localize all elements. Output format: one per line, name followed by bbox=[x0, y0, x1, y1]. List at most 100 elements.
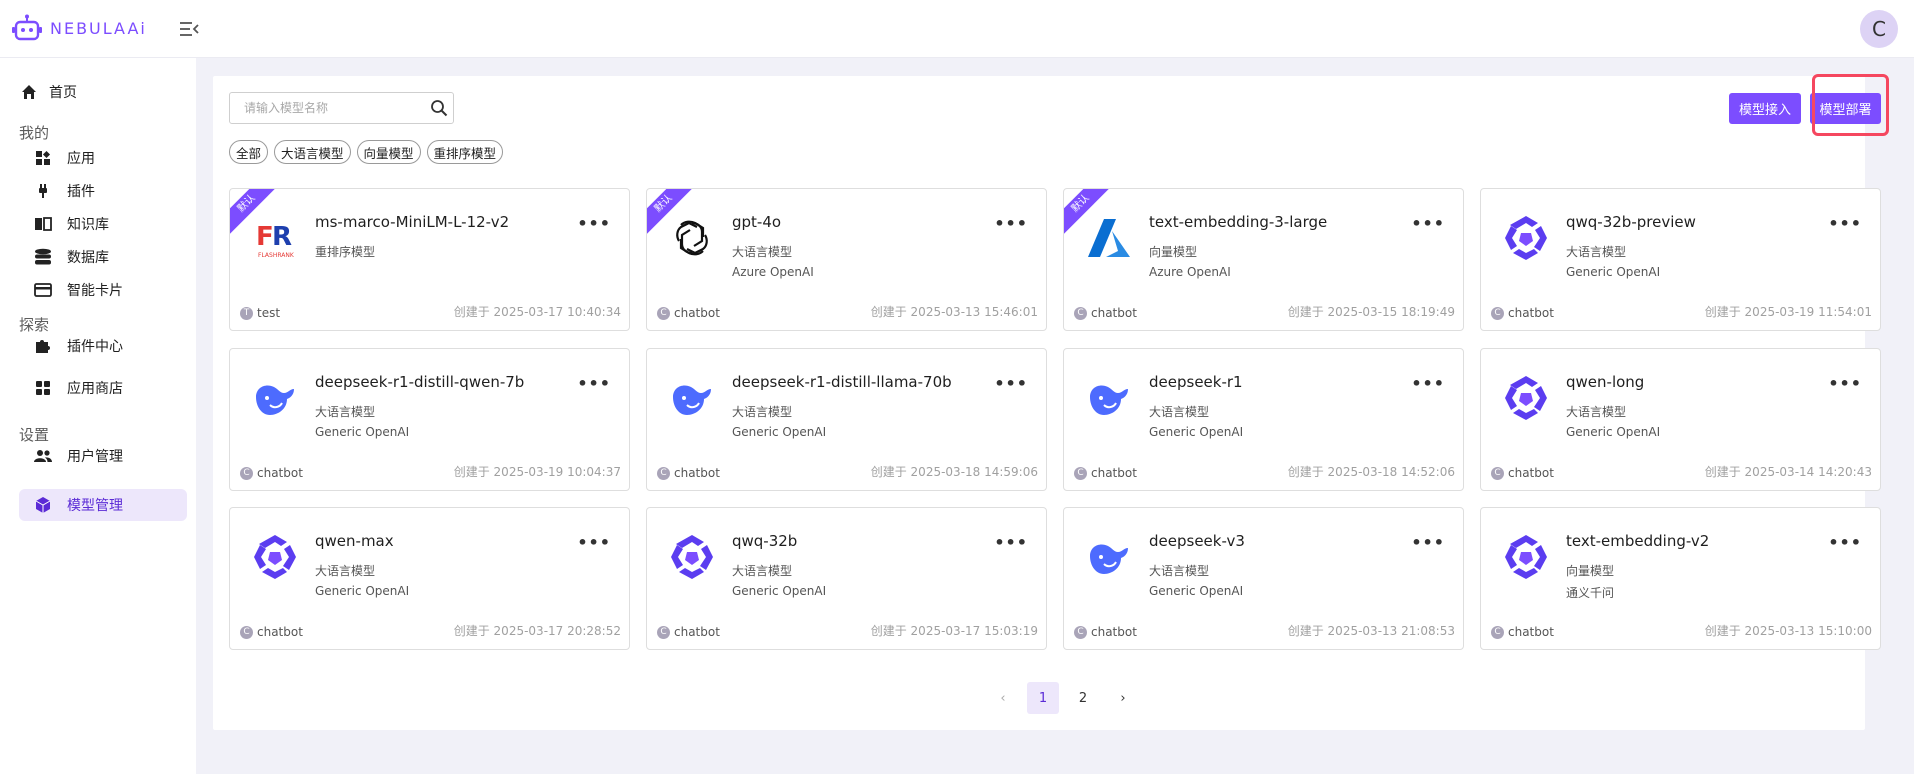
more-options-icon[interactable]: ••• bbox=[1828, 374, 1862, 393]
more-options-icon[interactable]: ••• bbox=[1411, 214, 1445, 233]
filter-chip-rerank[interactable]: 重排序模型 bbox=[426, 140, 504, 164]
created-time: 创建于 2025-03-13 21:08:53 bbox=[1287, 624, 1455, 638]
sidebar-item-plugins[interactable]: 插件 bbox=[19, 175, 187, 207]
owner-avatar: T bbox=[240, 306, 253, 320]
model-provider: Generic OpenAI bbox=[732, 584, 827, 598]
prev-page-icon[interactable]: ‹ bbox=[987, 682, 1019, 714]
sidebar-item-label: 智能卡片 bbox=[67, 283, 123, 299]
more-options-icon[interactable]: ••• bbox=[577, 533, 611, 552]
card-owner: Cchatbot bbox=[1074, 306, 1137, 320]
sidebar-item-plugin-center[interactable]: 插件中心 bbox=[19, 330, 187, 362]
model-type: 大语言模型 bbox=[1149, 405, 1210, 419]
owner-avatar: C bbox=[1491, 625, 1504, 639]
model-card[interactable]: qwq-32b-preview 大语言模型 Generic OpenAI ••• Cch… bbox=[1480, 188, 1881, 331]
filter-chip-embedding[interactable]: 向量模型 bbox=[356, 140, 421, 164]
collapse-sidebar-icon[interactable] bbox=[178, 18, 200, 40]
model-card[interactable]: 默认 gpt-4o 大语言模型 Azure OpenAI ••• Cchatbot 创建于 … bbox=[646, 188, 1047, 331]
created-time: 创建于 2025-03-14 14:20:43 bbox=[1704, 465, 1872, 479]
owner-avatar: C bbox=[240, 625, 253, 639]
more-options-icon[interactable]: ••• bbox=[1828, 214, 1862, 233]
sidebar-item-model-mgmt[interactable]: 模型管理 bbox=[19, 489, 187, 521]
model-type: 重排序模型 bbox=[315, 245, 376, 259]
model-card[interactable]: deepseek-r1-distill-qwen-7b 大语言模型 Generic … bbox=[229, 348, 630, 491]
home-icon bbox=[19, 82, 39, 102]
sidebar-item-knowledge[interactable]: 知识库 bbox=[19, 208, 187, 240]
model-provider: Generic OpenAI bbox=[1566, 425, 1661, 439]
page-1-button[interactable]: 1 bbox=[1027, 682, 1059, 714]
sidebar-item-home[interactable]: 首页 bbox=[19, 76, 187, 108]
model-name: qwq-32b bbox=[732, 532, 798, 550]
sidebar-item-label: 知识库 bbox=[67, 217, 109, 233]
card-owner: Ttest bbox=[240, 306, 280, 320]
model-card[interactable]: 默认 text-embedding-3-large 向量模型 Azure OpenAI… bbox=[1063, 188, 1464, 331]
model-card[interactable]: deepseek-r1-distill-llama-70b 大语言模型 Generi… bbox=[646, 348, 1047, 491]
model-name: text-embedding-v2 bbox=[1566, 532, 1710, 550]
owner-name: chatbot bbox=[1508, 466, 1554, 480]
qwen-logo bbox=[1501, 532, 1551, 582]
search-icon[interactable] bbox=[425, 94, 453, 122]
model-card[interactable]: 默认 F R FLASHRANK ms-marco-MiniLM-L-12-v2 重排序模… bbox=[229, 188, 630, 331]
model-connect-button[interactable]: 模型接入 bbox=[1729, 93, 1801, 124]
book-icon bbox=[33, 214, 53, 234]
card-owner: Cchatbot bbox=[657, 466, 720, 480]
model-deploy-button[interactable]: 模型部署 bbox=[1810, 93, 1881, 124]
sidebar-item-user-mgmt[interactable]: 用户管理 bbox=[19, 440, 187, 472]
more-options-icon[interactable]: ••• bbox=[577, 214, 611, 233]
svg-text:FLASHRANK: FLASHRANK bbox=[258, 252, 295, 259]
more-options-icon[interactable]: ••• bbox=[1411, 374, 1445, 393]
card-owner: Cchatbot bbox=[1074, 625, 1137, 639]
more-options-icon[interactable]: ••• bbox=[994, 214, 1028, 233]
model-card[interactable]: text-embedding-v2 向量模型 通义千问 ••• Cchatbot 创建于 … bbox=[1480, 507, 1881, 650]
model-card[interactable]: qwq-32b 大语言模型 Generic OpenAI ••• Cchatbot 创建于… bbox=[646, 507, 1047, 650]
model-card[interactable]: qwen-long 大语言模型 Generic OpenAI ••• Cchatbot 创… bbox=[1480, 348, 1881, 491]
sidebar-item-smart-card[interactable]: 智能卡片 bbox=[19, 274, 187, 306]
created-time: 创建于 2025-03-18 14:59:06 bbox=[870, 465, 1038, 479]
flashrank-logo: F R FLASHRANK bbox=[250, 213, 300, 263]
owner-avatar: C bbox=[240, 466, 253, 480]
model-provider: Generic OpenAI bbox=[315, 584, 410, 598]
sidebar-item-app-store[interactable]: 应用商店 bbox=[19, 372, 187, 404]
model-name: qwen-long bbox=[1566, 373, 1645, 391]
created-time: 创建于 2025-03-19 11:54:01 bbox=[1704, 305, 1872, 319]
more-options-icon[interactable]: ••• bbox=[994, 533, 1028, 552]
model-card[interactable]: deepseek-r1 大语言模型 Generic OpenAI ••• Cchatbo… bbox=[1063, 348, 1464, 491]
deepseek-logo bbox=[667, 373, 717, 423]
owner-name: chatbot bbox=[1091, 306, 1137, 320]
model-type: 大语言模型 bbox=[732, 405, 793, 419]
deepseek-logo bbox=[250, 373, 300, 423]
owner-avatar: C bbox=[1074, 625, 1087, 639]
next-page-icon[interactable]: › bbox=[1107, 682, 1139, 714]
svg-text:R: R bbox=[272, 222, 292, 252]
owner-name: chatbot bbox=[1091, 466, 1137, 480]
owner-avatar: C bbox=[1491, 306, 1504, 320]
sidebar-item-label: 数据库 bbox=[67, 250, 109, 266]
more-options-icon[interactable]: ••• bbox=[1828, 533, 1862, 552]
model-name: qwen-max bbox=[315, 532, 394, 550]
model-card[interactable]: deepseek-v3 大语言模型 Generic OpenAI ••• Cchatbo… bbox=[1063, 507, 1464, 650]
search-input[interactable] bbox=[230, 94, 425, 122]
app-logo[interactable]: NEBULAAi bbox=[12, 14, 147, 42]
model-provider: 通义千问 bbox=[1566, 586, 1615, 600]
sidebar-item-apps[interactable]: 应用 bbox=[19, 142, 187, 174]
page-2-button[interactable]: 2 bbox=[1067, 682, 1099, 714]
more-options-icon[interactable]: ••• bbox=[994, 374, 1028, 393]
owner-avatar: C bbox=[1074, 306, 1087, 320]
owner-avatar: C bbox=[657, 466, 670, 480]
owner-name: chatbot bbox=[1508, 625, 1554, 639]
user-avatar[interactable]: C bbox=[1860, 10, 1898, 48]
model-provider: Generic OpenAI bbox=[732, 425, 827, 439]
sidebar-section-mine: 我的 bbox=[19, 124, 50, 142]
card-icon bbox=[33, 280, 53, 300]
model-card[interactable]: qwen-max 大语言模型 Generic OpenAI ••• Cchatbot 创建… bbox=[229, 507, 630, 650]
more-options-icon[interactable]: ••• bbox=[577, 374, 611, 393]
card-owner: Cchatbot bbox=[240, 466, 303, 480]
more-options-icon[interactable]: ••• bbox=[1411, 533, 1445, 552]
owner-name: chatbot bbox=[674, 625, 720, 639]
model-type: 向量模型 bbox=[1566, 564, 1615, 578]
filter-chip-all[interactable]: 全部 bbox=[229, 140, 269, 164]
robot-logo-icon bbox=[12, 14, 42, 41]
sidebar-item-database[interactable]: 数据库 bbox=[19, 241, 187, 273]
model-type: 大语言模型 bbox=[1566, 245, 1627, 259]
filter-chip-llm[interactable]: 大语言模型 bbox=[274, 140, 351, 164]
openai-logo bbox=[667, 213, 717, 263]
